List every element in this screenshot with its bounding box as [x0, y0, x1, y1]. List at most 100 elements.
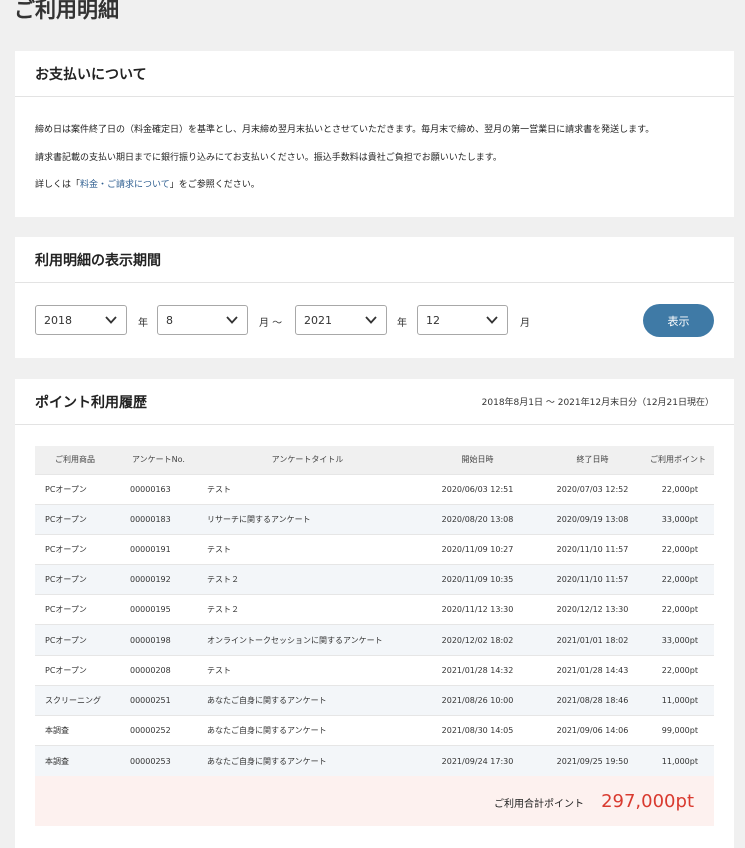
payment-info-heading: お支払いについて — [35, 66, 147, 83]
cell-product: スクリーニング — [45, 695, 101, 705]
column-header-start: 開始日時 — [461, 455, 494, 465]
page-title: ご利用明細 — [14, 0, 119, 22]
column-header-end: 終了日時 — [576, 455, 609, 465]
cell-end: 2021/01/28 14:43 — [556, 665, 629, 675]
chevron-down-icon — [486, 316, 498, 324]
cell-end: 2021/08/28 18:46 — [556, 695, 629, 705]
cell-points: 22,000pt — [661, 484, 698, 494]
pricing-billing-link[interactable]: 料金・ご請求について — [80, 180, 170, 190]
period-controls: 2018 年 8 月 ～ 2021 年 12 月 表示 — [15, 283, 734, 356]
end-year-unit: 年 — [397, 318, 407, 329]
end-year-value: 2021 — [304, 313, 332, 327]
cell-start: 2021/01/28 14:32 — [441, 665, 514, 675]
point-history-header: ポイント利用履歴 2018年8月1日 ～ 2021年12月末日分（12月21日現… — [15, 379, 734, 425]
payment-info-line-2: 請求書記載の支払い期日までに銀行振り込みにてお支払いください。振込手数料は貴社ご… — [35, 152, 502, 163]
cell-end: 2020/07/03 12:52 — [556, 484, 629, 494]
column-header-points: ご利用ポイント — [650, 455, 706, 465]
table-row: PCオープン 00000208 テスト 2021/01/28 14:32 2021/01… — [35, 655, 714, 685]
cell-survey-title: テスト２ — [207, 575, 239, 585]
cell-product: PCオープン — [45, 605, 87, 615]
cell-start: 2020/11/12 13:30 — [441, 605, 514, 615]
start-month-unit: 月 ～ — [259, 318, 283, 329]
total-points-box: ご利用合計ポイント 297,000pt — [35, 776, 714, 826]
cell-end: 2021/01/01 18:02 — [556, 635, 629, 645]
cell-points: 11,000pt — [661, 695, 698, 705]
table-row: PCオープン 00000191 テスト 2020/11/09 10:27 2020/11… — [35, 534, 714, 564]
table-row: PCオープン 00000195 テスト２ 2020/11/12 13:30 2020/1… — [35, 594, 714, 625]
cell-end: 2021/09/06 14:06 — [556, 726, 629, 736]
payment-info-line-3-suffix: 」をご参照ください。 — [169, 180, 260, 190]
cell-survey-no: 00000253 — [130, 756, 171, 766]
cell-survey-title: テスト２ — [207, 605, 239, 615]
cell-start: 2020/06/03 12:51 — [441, 484, 514, 494]
table-row: 本調査 00000253 あなたご自身に関するアンケート 2021/09/24 17:… — [35, 745, 714, 776]
point-history-table: ご利用商品 アンケートNo. アンケートタイトル 開始日時 終了日時 ご利用ポイ… — [35, 446, 714, 776]
cell-survey-title: テスト — [207, 544, 231, 554]
cell-end: 2020/09/19 13:08 — [556, 514, 629, 524]
cell-end: 2021/09/25 19:50 — [556, 756, 629, 766]
cell-survey-title: あなたご自身に関するアンケート — [207, 726, 327, 736]
cell-product: 本調査 — [45, 726, 69, 736]
payment-info-line-3-prefix: 詳しくは「 — [35, 180, 81, 190]
column-header-survey-title: アンケートタイトル — [271, 455, 344, 465]
chevron-down-icon — [105, 316, 117, 324]
cell-product: PCオープン — [45, 635, 87, 645]
start-year-value: 2018 — [44, 313, 72, 327]
table-row: PCオープン 00000183 リサーチに関するアンケート 2020/08/20 13… — [35, 504, 714, 535]
cell-start: 2021/09/24 17:30 — [441, 756, 514, 766]
payment-info-header: お支払いについて — [15, 51, 734, 97]
cell-points: 33,000pt — [661, 514, 698, 524]
payment-info-line-3: 詳しくは「料金・ご請求について」をご参照ください。 — [35, 180, 714, 191]
cell-product: PCオープン — [45, 544, 87, 554]
point-history-range: 2018年8月1日 ～ 2021年12月末日分（12月21日現在） — [481, 398, 714, 408]
period-header: 利用明細の表示期間 — [15, 237, 734, 283]
table-row: スクリーニング 00000251 あなたご自身に関するアンケート 2021/08/26… — [35, 685, 714, 716]
cell-product: PCオープン — [45, 575, 87, 585]
total-points-value: 297,000pt — [601, 791, 694, 812]
payment-info-card: お支払いについて 締め日は案件終了日の（料金確定日）を基準とし、月末締め翌月末払… — [15, 51, 734, 217]
column-header-survey-no: アンケートNo. — [132, 455, 185, 465]
end-year-select[interactable]: 2021 — [295, 305, 387, 335]
cell-survey-no: 00000252 — [130, 726, 171, 736]
cell-start: 2020/11/09 10:27 — [441, 544, 514, 554]
column-header-product: ご利用商品 — [55, 455, 95, 465]
table-row: PCオープン 00000163 テスト 2020/06/03 12:51 2020/07… — [35, 474, 714, 504]
cell-product: PCオープン — [45, 514, 87, 524]
payment-info-body: 締め日は案件終了日の（料金確定日）を基準とし、月末締め翌月末払いとさせていただき… — [15, 97, 734, 191]
cell-product: PCオープン — [45, 484, 87, 494]
cell-points: 99,000pt — [661, 726, 698, 736]
cell-points: 22,000pt — [661, 544, 698, 554]
payment-info-line-1: 締め日は案件終了日の（料金確定日）を基準とし、月末締め翌月末払いとさせていただき… — [35, 125, 655, 135]
cell-points: 11,000pt — [661, 756, 698, 766]
cell-survey-no: 00000198 — [130, 635, 171, 645]
start-year-select[interactable]: 2018 — [35, 305, 127, 335]
period-card: 利用明細の表示期間 2018 年 8 月 ～ 2021 年 12 月 表示 — [15, 237, 734, 358]
cell-start: 2021/08/26 10:00 — [441, 695, 514, 705]
total-points-label: ご利用合計ポイント — [494, 799, 584, 810]
chevron-down-icon — [365, 316, 377, 324]
cell-points: 22,000pt — [661, 575, 698, 585]
show-button[interactable]: 表示 — [643, 304, 714, 337]
cell-points: 33,000pt — [661, 635, 698, 645]
cell-survey-no: 00000191 — [130, 544, 171, 554]
cell-points: 22,000pt — [661, 605, 698, 615]
period-heading: 利用明細の表示期間 — [35, 252, 161, 269]
table-row: 本調査 00000252 あなたご自身に関するアンケート 2021/08/30 14:… — [35, 715, 714, 746]
cell-survey-title: リサーチに関するアンケート — [207, 514, 311, 524]
cell-start: 2020/08/20 13:08 — [441, 514, 514, 524]
start-year-unit: 年 — [138, 318, 148, 329]
cell-product: 本調査 — [45, 756, 69, 766]
end-month-select[interactable]: 12 — [417, 305, 508, 335]
cell-end: 2020/11/10 11:57 — [556, 575, 629, 585]
point-history-heading: ポイント利用履歴 — [35, 394, 147, 411]
cell-points: 22,000pt — [661, 665, 698, 675]
cell-survey-no: 00000195 — [130, 605, 171, 615]
table-row: PCオープン 00000192 テスト２ 2020/11/09 10:35 2020/1… — [35, 564, 714, 595]
cell-survey-title: テスト — [207, 665, 231, 675]
cell-survey-title: あなたご自身に関するアンケート — [207, 756, 327, 766]
end-month-unit: 月 — [520, 318, 530, 329]
end-month-value: 12 — [426, 313, 440, 327]
cell-survey-no: 00000251 — [130, 695, 171, 705]
cell-survey-title: オンライントークセッションに関するアンケート — [207, 635, 383, 645]
start-month-select[interactable]: 8 — [157, 305, 248, 335]
